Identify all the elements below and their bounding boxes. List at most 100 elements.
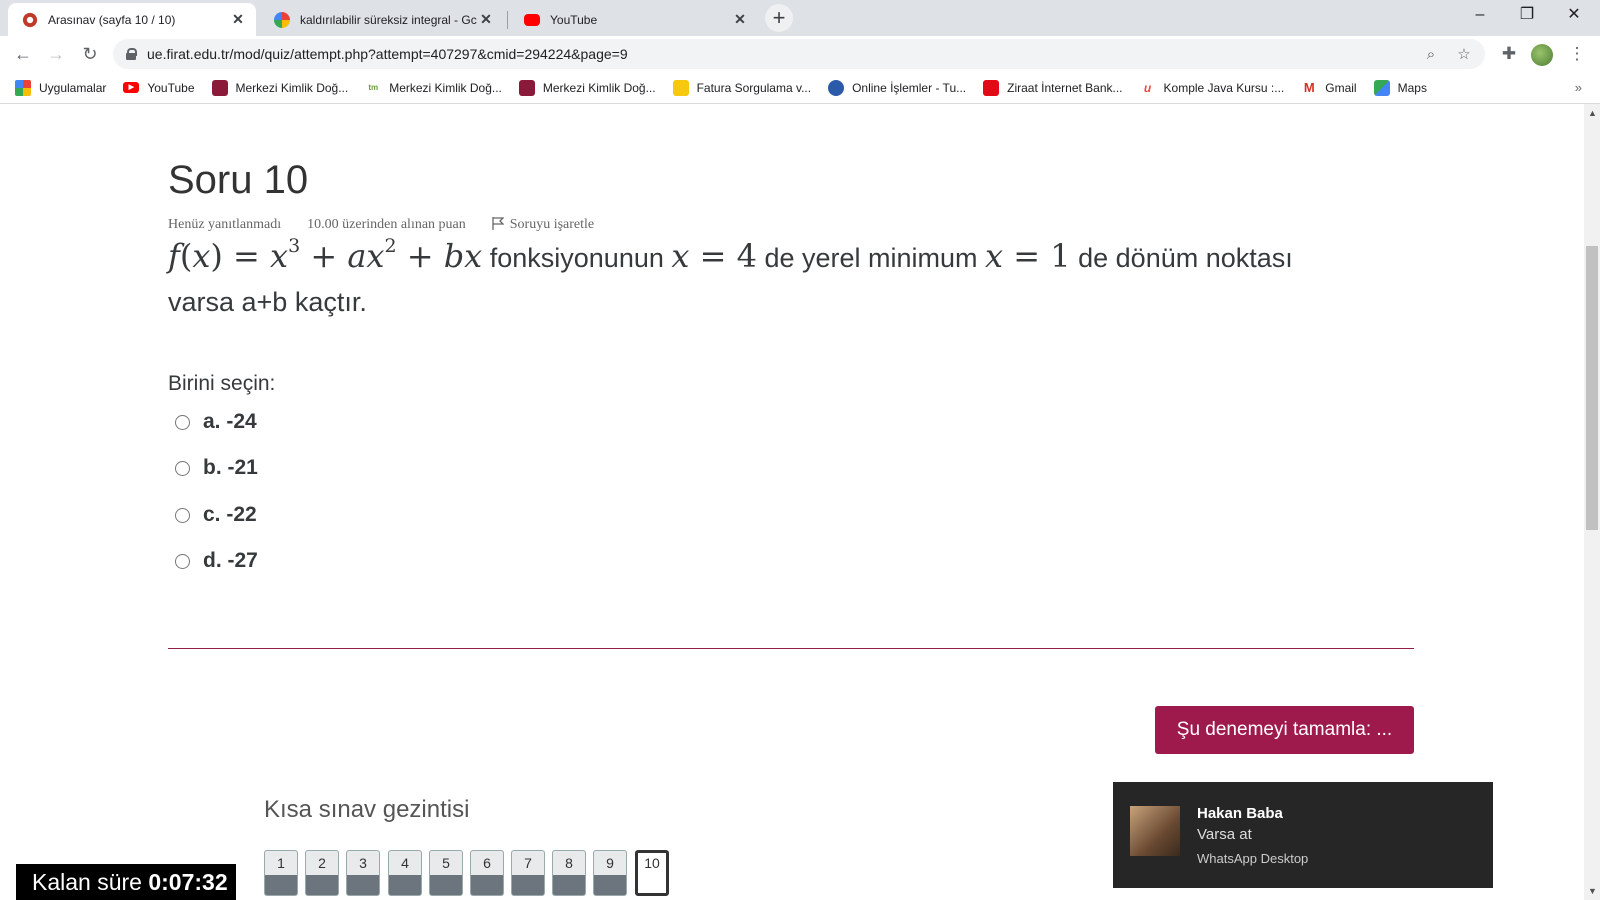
- math-expression: f(x) = x3 + ax2 + bx: [168, 235, 483, 276]
- quiz-navigation-title: Kısa sınav gezintisi: [264, 796, 470, 823]
- quiz-nav-page-current[interactable]: 10: [635, 850, 669, 896]
- page-content: Soru 10 Henüz yanıtlanmadı 10.00 üzerind…: [0, 104, 1584, 900]
- browser-toolbar: ← → ↻ ue.firat.edu.tr/mod/quiz/attempt.p…: [0, 36, 1600, 72]
- tab-strip: Arasınav (sayfa 10 / 10) ✕ kaldırılabili…: [0, 0, 1600, 36]
- zoom-icon[interactable]: ⌕: [1422, 46, 1440, 64]
- quiz-nav-page[interactable]: 3: [346, 850, 380, 896]
- window-close-icon[interactable]: ✕: [1551, 0, 1597, 32]
- answer-option-b[interactable]: b. -21: [175, 456, 258, 480]
- online-islemler-icon: [828, 79, 845, 96]
- notification-message: Varsa at: [1197, 826, 1252, 843]
- question-text-part: varsa a+b kaçtır.: [168, 287, 367, 317]
- notification-app: WhatsApp Desktop: [1197, 851, 1309, 866]
- tab-google[interactable]: kaldırılabilir süreksiz integral - Gc ✕: [260, 3, 504, 36]
- answer-label: c. -22: [203, 503, 257, 526]
- question-text-part: de dönüm noktası: [1078, 243, 1293, 273]
- radio-button[interactable]: [175, 460, 190, 476]
- address-bar[interactable]: ue.firat.edu.tr/mod/quiz/attempt.php?att…: [113, 39, 1485, 69]
- bookmark-label: Merkezi Kimlik Doğ...: [389, 80, 502, 95]
- bookmark-label: Merkezi Kimlik Doğ...: [235, 80, 349, 95]
- question-title: Soru 10: [168, 158, 309, 202]
- answer-option-c[interactable]: c. -22: [175, 503, 257, 527]
- flag-label: Soruyu işaretle: [509, 217, 595, 232]
- bookmark-mkd-1[interactable]: Merkezi Kimlik Doğ...: [211, 79, 349, 96]
- radio-button[interactable]: [175, 414, 190, 430]
- tab-separator: [507, 11, 508, 29]
- profile-avatar[interactable]: [1531, 44, 1553, 66]
- bookmark-label: Merkezi Kimlik Doğ...: [542, 80, 656, 95]
- finish-attempt-button[interactable]: Şu denemeyi tamamla: ...: [1155, 706, 1414, 754]
- tab-quiz[interactable]: Arasınav (sayfa 10 / 10) ✕: [8, 3, 256, 36]
- timer-value: 0:07:32: [148, 869, 228, 895]
- quiz-nav-page[interactable]: 7: [511, 850, 545, 896]
- forward-icon[interactable]: →: [42, 40, 70, 68]
- bookmark-online[interactable]: Online İşlemler - Tu...: [828, 79, 967, 96]
- quiz-nav-page[interactable]: 4: [388, 850, 422, 896]
- bookmark-youtube[interactable]: ▶ YouTube: [123, 80, 195, 95]
- minimize-icon[interactable]: –: [1457, 0, 1503, 32]
- extensions-icon[interactable]: ✚: [1495, 40, 1523, 68]
- bookmark-apps[interactable]: Uygulamalar: [15, 79, 106, 96]
- question-info: Henüz yanıtlanmadı 10.00 üzerinden alına…: [168, 217, 620, 233]
- close-tab-icon[interactable]: ✕: [230, 11, 246, 28]
- question-status: Henüz yanıtlanmadı: [168, 217, 282, 232]
- timer: Kalan süre 0:07:32: [16, 864, 236, 900]
- bookmark-mkd-3[interactable]: Merkezi Kimlik Doğ...: [518, 79, 656, 96]
- bookmark-mkd-2[interactable]: tm Merkezi Kimlik Doğ...: [365, 79, 502, 96]
- bookmarks-bar: Uygulamalar ▶ YouTube Merkezi Kimlik Doğ…: [0, 72, 1600, 104]
- divider: [168, 648, 1414, 649]
- quiz-nav-page[interactable]: 5: [429, 850, 463, 896]
- close-tab-icon[interactable]: ✕: [732, 11, 748, 28]
- bookmark-fatura[interactable]: Fatura Sorgulama v...: [672, 79, 812, 96]
- radio-button[interactable]: [175, 553, 190, 569]
- answer-prompt: Birini seçin:: [168, 372, 276, 395]
- menu-icon[interactable]: ⋮: [1563, 40, 1591, 68]
- tab-title: YouTube: [550, 12, 598, 27]
- bookmark-label: Online İşlemler - Tu...: [852, 80, 967, 95]
- quiz-nav-page[interactable]: 2: [305, 850, 339, 896]
- quiz-nav-page[interactable]: 9: [593, 850, 627, 896]
- bookmarks-more-icon[interactable]: »: [1575, 80, 1582, 95]
- quiz-nav-page[interactable]: 6: [470, 850, 504, 896]
- bookmark-label: Ziraat İnternet Bank...: [1007, 80, 1123, 95]
- quiz-nav-page[interactable]: 1: [264, 850, 298, 896]
- answer-option-a[interactable]: a. -24: [175, 410, 257, 434]
- url-text: ue.firat.edu.tr/mod/quiz/attempt.php?att…: [147, 46, 628, 62]
- flag-icon: [492, 217, 504, 230]
- close-tab-icon[interactable]: ✕: [478, 11, 494, 28]
- notification-sender: Hakan Baba: [1197, 805, 1283, 822]
- reload-icon[interactable]: ↻: [76, 40, 104, 68]
- udemy-icon: u: [1139, 79, 1156, 96]
- radio-button[interactable]: [175, 507, 190, 523]
- ziraat-icon: [983, 79, 1000, 96]
- mkd-icon: tm: [365, 79, 382, 96]
- restore-icon[interactable]: ❐: [1504, 0, 1550, 32]
- bookmark-gmail[interactable]: M Gmail: [1301, 79, 1357, 96]
- bookmark-label: Fatura Sorgulama v...: [696, 80, 812, 95]
- flag-question-link[interactable]: Soruyu işaretle: [492, 217, 594, 233]
- youtube-icon: ▶: [123, 82, 140, 93]
- back-icon[interactable]: ←: [9, 40, 37, 68]
- math-expression: x = 4: [671, 237, 757, 275]
- question-text: f(x) = x3 + ax2 + bx fonksiyonunun x = 4…: [168, 234, 1398, 324]
- answer-label: b. -21: [203, 456, 258, 479]
- quiz-nav-page[interactable]: 8: [552, 850, 586, 896]
- question-points: 10.00 üzerinden alınan puan: [307, 217, 466, 232]
- tab-youtube[interactable]: YouTube ✕: [510, 3, 758, 36]
- answer-option-d[interactable]: d. -27: [175, 549, 258, 573]
- google-favicon-icon: [274, 11, 290, 28]
- scroll-up-icon[interactable]: ▲: [1588, 108, 1597, 118]
- bookmark-label: YouTube: [147, 80, 195, 95]
- new-tab-button[interactable]: +: [765, 4, 793, 32]
- fatura-icon: [672, 79, 689, 96]
- scrollbar[interactable]: ▲ ▼: [1584, 104, 1600, 900]
- youtube-favicon-icon: [524, 13, 540, 26]
- bookmark-ziraat[interactable]: Ziraat İnternet Bank...: [983, 79, 1123, 96]
- apps-grid-icon: [15, 79, 31, 96]
- notification-toast[interactable]: Hakan Baba Varsa at WhatsApp Desktop: [1113, 782, 1493, 888]
- bookmark-star-icon[interactable]: ☆: [1455, 46, 1473, 64]
- scroll-down-icon[interactable]: ▼: [1588, 886, 1597, 896]
- scroll-thumb[interactable]: [1586, 246, 1598, 530]
- bookmark-java[interactable]: u Komple Java Kursu :...: [1139, 79, 1284, 96]
- bookmark-maps[interactable]: Maps: [1373, 79, 1427, 96]
